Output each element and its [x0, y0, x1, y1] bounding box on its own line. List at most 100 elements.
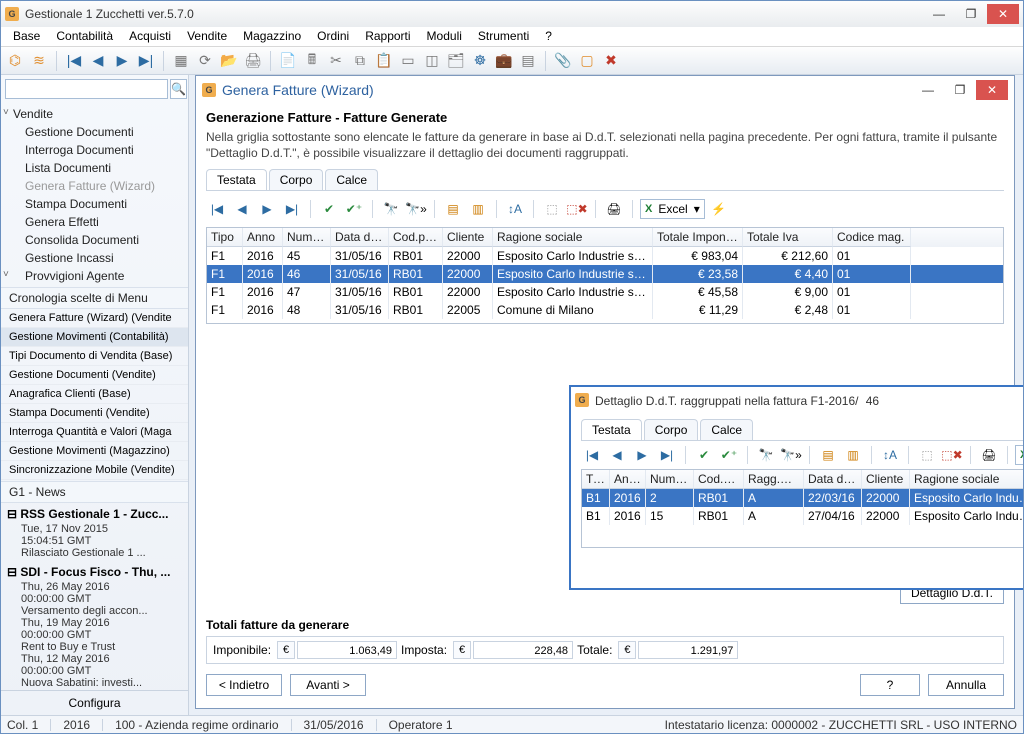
grid-icon[interactable]: ▦: [171, 51, 191, 71]
d-last-icon[interactable]: ▶|: [656, 445, 678, 465]
table-row[interactable]: B120162RB01A22/03/1622000Esposito Carlo …: [582, 489, 1023, 507]
menu-rapporti[interactable]: Rapporti: [359, 29, 416, 44]
menu-vendite[interactable]: Vendite: [181, 29, 233, 44]
last-icon[interactable]: ▶|: [136, 51, 156, 71]
menu-acquisti[interactable]: Acquisti: [123, 29, 177, 44]
doc-icon[interactable]: 📄: [278, 51, 298, 71]
col-header[interactable]: Totale Imponibile: [653, 228, 743, 247]
grid-last-icon[interactable]: ▶|: [281, 199, 303, 219]
tree-item[interactable]: Stampa Documenti: [1, 195, 188, 213]
cols-icon[interactable]: ▤: [442, 199, 464, 219]
minimize-button[interactable]: ―: [923, 4, 955, 24]
tree-item[interactable]: Genera Effetti: [1, 213, 188, 231]
briefcase-icon[interactable]: 💼: [494, 51, 514, 71]
col-header[interactable]: Cod.pag.: [389, 228, 443, 247]
col-header[interactable]: Numero: [646, 470, 694, 489]
news-item-header[interactable]: ⊟ SDI - Focus Fisco - Thu, ...: [7, 563, 182, 581]
history-item[interactable]: Sincronizzazione Mobile (Vendite): [1, 461, 188, 480]
col-header[interactable]: Ragione sociale: [493, 228, 653, 247]
check-icon[interactable]: ✔: [318, 199, 340, 219]
tab-testata[interactable]: Testata: [206, 169, 267, 190]
grid-prev-icon[interactable]: ◀: [231, 199, 253, 219]
col-header[interactable]: Cod.pag.: [694, 470, 744, 489]
col-header[interactable]: Cliente: [862, 470, 910, 489]
grid-first-icon[interactable]: |◀: [206, 199, 228, 219]
col-header[interactable]: Ragg.D.d.T.: [744, 470, 804, 489]
cancel-icon[interactable]: ✖: [601, 51, 621, 71]
tree-icon[interactable]: ⌬: [5, 51, 25, 71]
maximize-button[interactable]: ❐: [955, 4, 987, 24]
tab-calce[interactable]: Calce: [325, 169, 378, 190]
menu-help[interactable]: ?: [539, 29, 558, 44]
col-header[interactable]: Cliente: [443, 228, 493, 247]
findnext-icon[interactable]: 🔭»: [405, 199, 427, 219]
first-icon[interactable]: |◀: [64, 51, 84, 71]
search-icon[interactable]: 🔍: [170, 79, 187, 99]
next-icon[interactable]: ▶: [112, 51, 132, 71]
table-row[interactable]: F120164831/05/16RB0122005Comune di Milan…: [207, 301, 1003, 319]
copy-icon[interactable]: ⧉: [350, 51, 370, 71]
print-icon[interactable]: 🖨: [243, 51, 263, 71]
table-row[interactable]: F120164731/05/16RB0122000Esposito Carlo …: [207, 283, 1003, 301]
col-header[interactable]: Numero: [283, 228, 331, 247]
open-icon[interactable]: 📂: [219, 51, 239, 71]
history-item[interactable]: Interroga Quantità e Valori (Maga: [1, 423, 188, 442]
d-cols2-icon[interactable]: ▥: [842, 445, 864, 465]
col-header[interactable]: Ragione sociale: [910, 470, 1023, 489]
history-item[interactable]: Anagrafica Clienti (Base): [1, 385, 188, 404]
d-prev-icon[interactable]: ◀: [606, 445, 628, 465]
table-row[interactable]: F120164631/05/16RB0122000Esposito Carlo …: [207, 265, 1003, 283]
tree-item[interactable]: Lista Documenti: [1, 159, 188, 177]
bolt-icon[interactable]: ⚡: [708, 199, 730, 219]
menu-contabilita[interactable]: Contabilità: [50, 29, 119, 44]
col-header[interactable]: Tipo: [582, 470, 610, 489]
select-icon[interactable]: ⬚: [541, 199, 563, 219]
rss-icon[interactable]: ≋: [29, 51, 49, 71]
configura-link[interactable]: Configura: [1, 690, 188, 715]
detail-tab-calce[interactable]: Calce: [700, 419, 753, 440]
find-icon[interactable]: 🔭: [380, 199, 402, 219]
tree-item[interactable]: Interroga Documenti: [1, 141, 188, 159]
d-select-icon[interactable]: ⬚: [916, 445, 938, 465]
prev-icon[interactable]: ◀: [88, 51, 108, 71]
sidebar-search-input[interactable]: [5, 79, 168, 99]
attach-icon[interactable]: 📎: [553, 51, 573, 71]
tile-icon[interactable]: ◫: [422, 51, 442, 71]
print2-icon[interactable]: 🖨: [603, 199, 625, 219]
wheel-icon[interactable]: ☸: [470, 51, 490, 71]
history-item[interactable]: Tipi Documento di Vendita (Base): [1, 347, 188, 366]
col-header[interactable]: Anno: [243, 228, 283, 247]
next-button[interactable]: Avanti >: [290, 674, 366, 696]
d-sort-icon[interactable]: ↕A: [879, 445, 901, 465]
col-header[interactable]: Anno: [610, 470, 646, 489]
col-header[interactable]: Data doc.: [804, 470, 862, 489]
d-findnext-icon[interactable]: 🔭»: [780, 445, 802, 465]
menu-ordini[interactable]: Ordini: [311, 29, 355, 44]
menu-base[interactable]: Base: [7, 29, 46, 44]
back-button[interactable]: < Indietro: [206, 674, 282, 696]
cols2-icon[interactable]: ▥: [467, 199, 489, 219]
clearsel-icon[interactable]: ⬚✖: [566, 199, 588, 219]
history-item[interactable]: Stampa Documenti (Vendite): [1, 404, 188, 423]
refresh-icon[interactable]: ⟳: [195, 51, 215, 71]
wizard-close-button[interactable]: ✕: [976, 80, 1008, 100]
delete-icon[interactable]: ▢: [577, 51, 597, 71]
d-first-icon[interactable]: |◀: [581, 445, 603, 465]
menu-magazzino[interactable]: Magazzino: [237, 29, 307, 44]
cascade-icon[interactable]: 🗂: [446, 51, 466, 71]
check2-icon[interactable]: ✔⁺: [343, 199, 365, 219]
wizard-max-button[interactable]: ❐: [944, 80, 976, 100]
tab-corpo[interactable]: Corpo: [269, 169, 324, 190]
menu-moduli[interactable]: Moduli: [421, 29, 468, 44]
d-print-icon[interactable]: 🖨: [978, 445, 1000, 465]
tree-item[interactable]: Genera Fatture (Wizard): [1, 177, 188, 195]
tree-item[interactable]: Gestione Incassi: [1, 249, 188, 267]
wizard-min-button[interactable]: ―: [912, 80, 944, 100]
help-button[interactable]: ?: [860, 674, 920, 696]
export-select[interactable]: XExcel▾: [640, 199, 705, 219]
d-export-select[interactable]: XExcel▾: [1015, 445, 1023, 465]
d-check2-icon[interactable]: ✔⁺: [718, 445, 740, 465]
table-row[interactable]: F120164531/05/16RB0122000Esposito Carlo …: [207, 247, 1003, 265]
tree-item[interactable]: ˅Provvigioni Agente: [1, 267, 188, 285]
menu-strumenti[interactable]: Strumenti: [472, 29, 535, 44]
